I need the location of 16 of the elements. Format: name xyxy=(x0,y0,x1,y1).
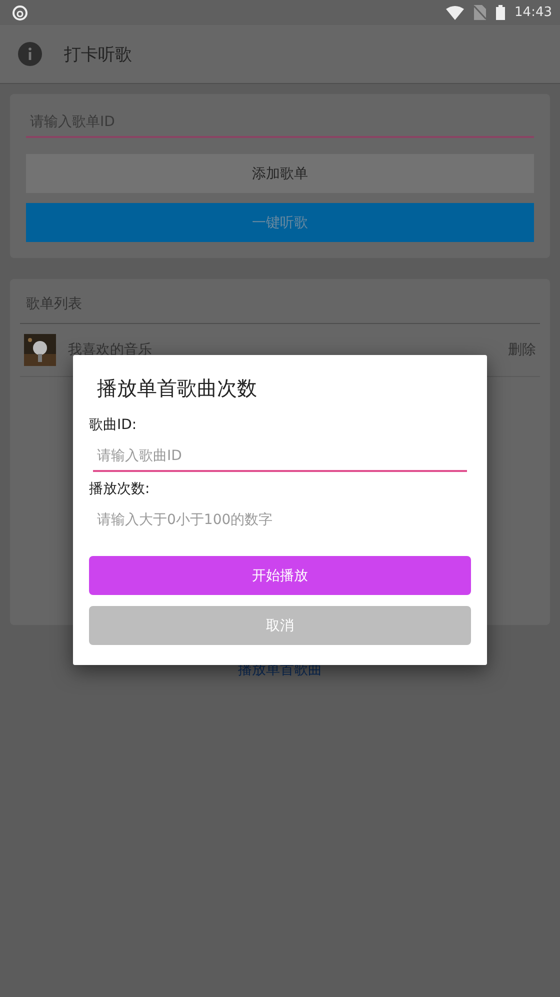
status-time: 14:43 xyxy=(514,5,552,20)
input-field[interactable]: 请输入歌曲ID xyxy=(93,440,467,472)
input-field[interactable]: 请输入大于0小于100的数字 xyxy=(93,504,467,536)
field-label: 播放次数: xyxy=(89,480,151,498)
field-label: 歌曲ID: xyxy=(89,416,138,434)
wifi-icon xyxy=(446,6,464,20)
app-logo-icon xyxy=(12,4,28,20)
start-button[interactable]: 开始播放 xyxy=(89,556,471,595)
cancel-button[interactable]: 取消 xyxy=(89,606,471,645)
app-title: 打卡听歌 xyxy=(64,44,132,66)
dialog-title: 播放单首歌曲次数 xyxy=(96,375,258,402)
listen-button[interactable]: 一键听歌 xyxy=(26,203,534,242)
battery-icon xyxy=(496,5,505,20)
no-sim-icon xyxy=(474,5,486,20)
info-icon[interactable] xyxy=(18,42,42,66)
add-playlist-button[interactable]: 添加歌单 xyxy=(26,154,534,193)
